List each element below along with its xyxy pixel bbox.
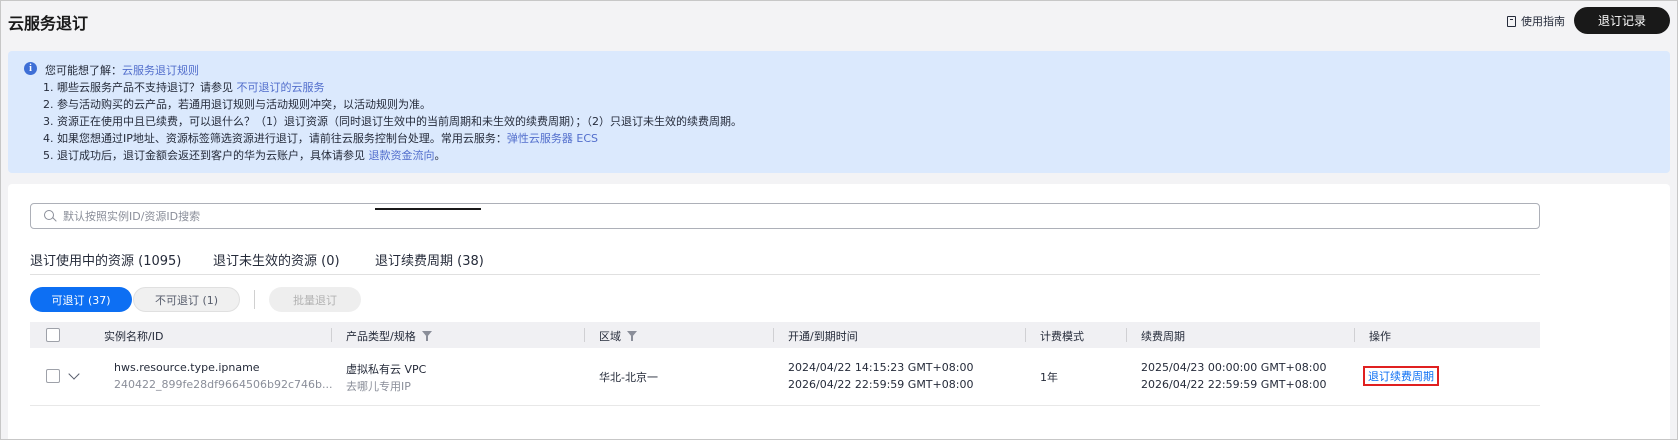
main-panel: 退订使用中的资源 (1095) 退订未生效的资源 (0) 退订续费周期 (38)… — [8, 184, 1670, 439]
unsubscribe-renewal-link[interactable]: 退订续费周期 — [1363, 366, 1439, 386]
chevron-down-icon[interactable] — [68, 368, 80, 380]
book-icon — [1507, 15, 1516, 27]
guide-link[interactable]: 使用指南 — [1507, 13, 1565, 29]
notice-item: 2. 参与活动购买的云产品，若通用退订规则与活动规则冲突，以活动规则为准。 — [43, 98, 431, 111]
col-region: 区域 — [599, 328, 637, 344]
filter-icon[interactable] — [421, 331, 432, 341]
refund-flow-link[interactable]: 退款资金流向 — [369, 149, 435, 162]
top-bar: 云服务退订 使用指南 退订记录 — [1, 1, 1677, 43]
col-time: 开通/到期时间 — [788, 330, 858, 343]
tab-in-use-resources[interactable]: 退订使用中的资源 (1095) — [30, 250, 181, 269]
ecs-link[interactable]: 弹性云服务器 ECS — [507, 132, 598, 145]
row-checkbox[interactable] — [46, 369, 60, 383]
search-input[interactable] — [63, 207, 1463, 225]
search-icon — [44, 210, 54, 220]
tabs-divider — [30, 274, 1540, 275]
col-separator — [1126, 328, 1127, 342]
select-all-checkbox[interactable] — [46, 328, 60, 342]
filter-non-refundable[interactable]: 不可退订 (1) — [133, 287, 240, 312]
tab-inactive-resources[interactable]: 退订未生效的资源 (0) — [213, 250, 340, 269]
notice-item: 1. 哪些云服务产品不支持退订？请参见 不可退订的云服务 — [43, 81, 325, 94]
instance-name: hws.resource.type.ipname — [114, 361, 260, 374]
filter-refundable[interactable]: 可退订 (37) — [30, 287, 132, 312]
col-separator — [1354, 328, 1355, 342]
col-action: 操作 — [1369, 330, 1391, 343]
col-separator — [584, 328, 585, 342]
filter-icon[interactable] — [627, 331, 637, 341]
page-frame: 云服务退订 使用指南 退订记录 i 您可能想了解：云服务退订规则 1. 哪些云服… — [0, 0, 1678, 440]
product-spec: 去哪儿专用IP — [346, 380, 411, 393]
col-product: 产品类型/规格 — [346, 328, 432, 344]
non-refundable-services-link[interactable]: 不可退订的云服务 — [237, 81, 325, 94]
col-separator — [331, 328, 332, 342]
region-value: 华北-北京一 — [599, 371, 658, 384]
expire-time: 2026/04/22 22:59:59 GMT+08:00 — [788, 378, 974, 391]
notice-item: 3. 资源正在使用中且已续费，可以退什么？（1）退订资源（同时退订生效中的当前周… — [43, 115, 742, 128]
renew-start: 2025/04/23 00:00:00 GMT+08:00 — [1141, 361, 1327, 374]
col-billing: 计费模式 — [1040, 330, 1084, 343]
active-tab-indicator — [375, 208, 481, 210]
table-row: hws.resource.type.ipname 240422_899fe28d… — [30, 348, 1540, 406]
open-time: 2024/04/22 14:15:23 GMT+08:00 — [788, 361, 974, 374]
notice-intro: 您可能想了解：云服务退订规则 — [45, 64, 199, 77]
search-box[interactable] — [30, 203, 1540, 229]
col-separator — [773, 328, 774, 342]
unsubscribe-record-button[interactable]: 退订记录 — [1574, 7, 1670, 34]
info-notice: i 您可能想了解：云服务退订规则 1. 哪些云服务产品不支持退订？请参见 不可退… — [8, 51, 1670, 173]
instance-id: 240422_899fe28df9664506b92c746b... — [114, 378, 333, 391]
notice-item: 4. 如果您想通过IP地址、资源标签筛选资源进行退订，请前往云服务控制台处理。常… — [43, 132, 598, 145]
tab-renewal-periods[interactable]: 退订续费周期 (38) — [375, 250, 484, 269]
notice-item: 5. 退订成功后，退订金额会返还到客户的华为云账户，具体请参见 退款资金流向。 — [43, 149, 446, 162]
filter-divider — [254, 290, 255, 309]
col-instance: 实例名称/ID — [104, 330, 164, 343]
page-title: 云服务退订 — [8, 14, 89, 33]
col-renewal: 续费周期 — [1141, 330, 1185, 343]
info-icon: i — [24, 62, 37, 75]
col-separator — [1025, 328, 1026, 342]
product-type: 虚拟私有云 VPC — [346, 363, 427, 376]
renew-end: 2026/04/22 22:59:59 GMT+08:00 — [1141, 378, 1327, 391]
guide-label: 使用指南 — [1521, 15, 1565, 28]
batch-unsubscribe-button[interactable]: 批量退订 — [269, 287, 361, 312]
table-header: 实例名称/ID 产品类型/规格 区域 开通/到期时间 计费模式 续费周期 操作 — [30, 322, 1540, 348]
unsubscribe-rules-link[interactable]: 云服务退订规则 — [122, 64, 199, 77]
billing-mode: 1年 — [1040, 371, 1058, 384]
